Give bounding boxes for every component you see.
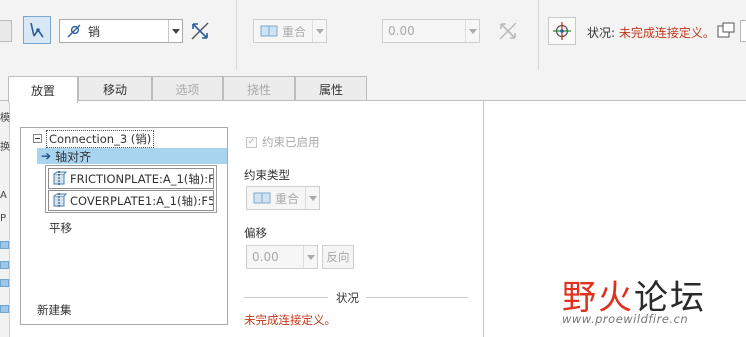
status-value: 未完成连接定义。	[618, 26, 715, 40]
new-set-link[interactable]: 新建集	[37, 302, 72, 318]
placement-panel: Connection_3 (销) ➔ 轴对齐 FRICTIONPLATE:A_1…	[10, 101, 484, 337]
chevron-down-icon[interactable]	[168, 20, 182, 42]
dashboard-ribbon: 销 重合 0.00 状况: 未完成连接定义。	[0, 0, 746, 72]
pin-icon	[67, 24, 81, 38]
connection-type-value: 销	[88, 24, 101, 39]
reference-label: FRICTIONPLATE:A_1(轴):F	[70, 171, 214, 186]
tab-properties[interactable]: 属性	[295, 76, 367, 102]
status-divider	[244, 297, 328, 298]
watermark-url: www.proewildfire.cn	[562, 312, 689, 326]
chevron-down-icon[interactable]	[465, 20, 479, 42]
flip-arrows-icon	[499, 22, 517, 40]
connection-tree: Connection_3 (销) ➔ 轴对齐 FRICTIONPLATE:A_1…	[20, 127, 228, 325]
offset-field-value: 0.00	[252, 250, 279, 264]
status-divider	[366, 297, 468, 298]
component-window-button[interactable]	[716, 20, 736, 40]
chevron-down-icon[interactable]	[305, 187, 319, 209]
sliver-text: 模	[0, 113, 10, 124]
tree-item-label: 轴对齐	[55, 149, 92, 164]
offset-value: 0.00	[388, 24, 415, 38]
offset-combo[interactable]: 0.00	[382, 19, 480, 43]
tree-item-axis-align[interactable]: ➔ 轴对齐	[37, 148, 227, 164]
dashboard-tabs: 放置 移动 选项 挠性 属性	[0, 72, 746, 103]
arrow-right-icon: ➔	[41, 149, 52, 163]
status-readout: 状况: 未完成连接定义。	[587, 24, 715, 41]
align-type-combo[interactable]: 重合	[253, 19, 327, 43]
axis-part-icon	[53, 193, 67, 207]
constraint-enabled-label: 约束已启用	[262, 135, 320, 149]
checkmark-icon: ✓	[246, 136, 257, 148]
chevron-down-icon[interactable]	[303, 246, 317, 268]
tab-flexibility[interactable]: 挠性	[223, 76, 295, 102]
constraint-type-value: 重合	[275, 191, 300, 206]
reference-item[interactable]: FRICTIONPLATE:A_1(轴):F	[48, 168, 214, 189]
sliver-text: A	[0, 190, 7, 201]
flip-direction-button[interactable]: 反向	[322, 245, 354, 269]
sliver-marker	[0, 241, 9, 249]
reference-collector[interactable]: FRICTIONPLATE:A_1(轴):F COVERPLATE1:A_1(轴…	[45, 165, 217, 213]
sliver-marker	[0, 279, 9, 287]
reference-label: COVERPLATE1:A_1(轴):F5(	[70, 193, 214, 208]
status-label: 状况:	[587, 26, 616, 40]
model-tree-sliver: 模 换 A P	[0, 101, 10, 337]
reference-item[interactable]: COVERPLATE1:A_1(轴):F5(	[48, 190, 214, 211]
coincident-icon	[253, 192, 271, 204]
move-component-button[interactable]	[548, 17, 576, 45]
axis-part-icon	[53, 171, 67, 185]
clipped-toolbar-button[interactable]	[740, 20, 746, 42]
ribbon-separator	[538, 0, 539, 70]
align-type-value: 重合	[282, 24, 307, 39]
sliver-marker	[0, 305, 9, 313]
connection-type-combo[interactable]: 销	[59, 19, 183, 43]
offset-field[interactable]: 0.00	[246, 245, 318, 269]
ribbon-separator	[236, 0, 237, 70]
tab-options[interactable]: 选项	[152, 76, 223, 102]
collapse-icon[interactable]	[33, 134, 42, 143]
connection-name: Connection_3 (销)	[46, 129, 155, 148]
flip-arrows-icon	[191, 22, 209, 40]
pin-joint-icon	[30, 22, 44, 38]
coincident-icon	[260, 25, 278, 37]
flip-button[interactable]	[187, 18, 213, 44]
constraint-type-combo[interactable]: 重合	[246, 186, 320, 210]
constraint-enabled-checkbox[interactable]: ✓ 约束已启用	[246, 134, 320, 150]
constraint-type-label: 约束类型	[244, 168, 290, 182]
connection-type-button[interactable]	[23, 16, 51, 44]
clipped-toolbar-button[interactable]	[0, 20, 12, 42]
tab-move[interactable]: 移动	[78, 76, 152, 102]
chevron-down-icon[interactable]	[312, 20, 326, 42]
tree-root[interactable]: Connection_3 (销)	[33, 129, 155, 148]
status-title: 状况	[336, 291, 359, 305]
offset-label: 偏移	[244, 226, 267, 240]
component-window-icon	[717, 22, 735, 38]
tab-placement[interactable]: 放置	[8, 76, 78, 103]
move-component-icon	[553, 22, 571, 40]
flip-offset-button[interactable]	[495, 18, 521, 44]
sliver-text: 换	[0, 142, 10, 153]
sliver-marker	[0, 261, 9, 269]
status-message: 未完成连接定义。	[244, 313, 336, 327]
tree-item-translation[interactable]: 平移	[49, 220, 72, 236]
sliver-text: P	[0, 213, 7, 224]
